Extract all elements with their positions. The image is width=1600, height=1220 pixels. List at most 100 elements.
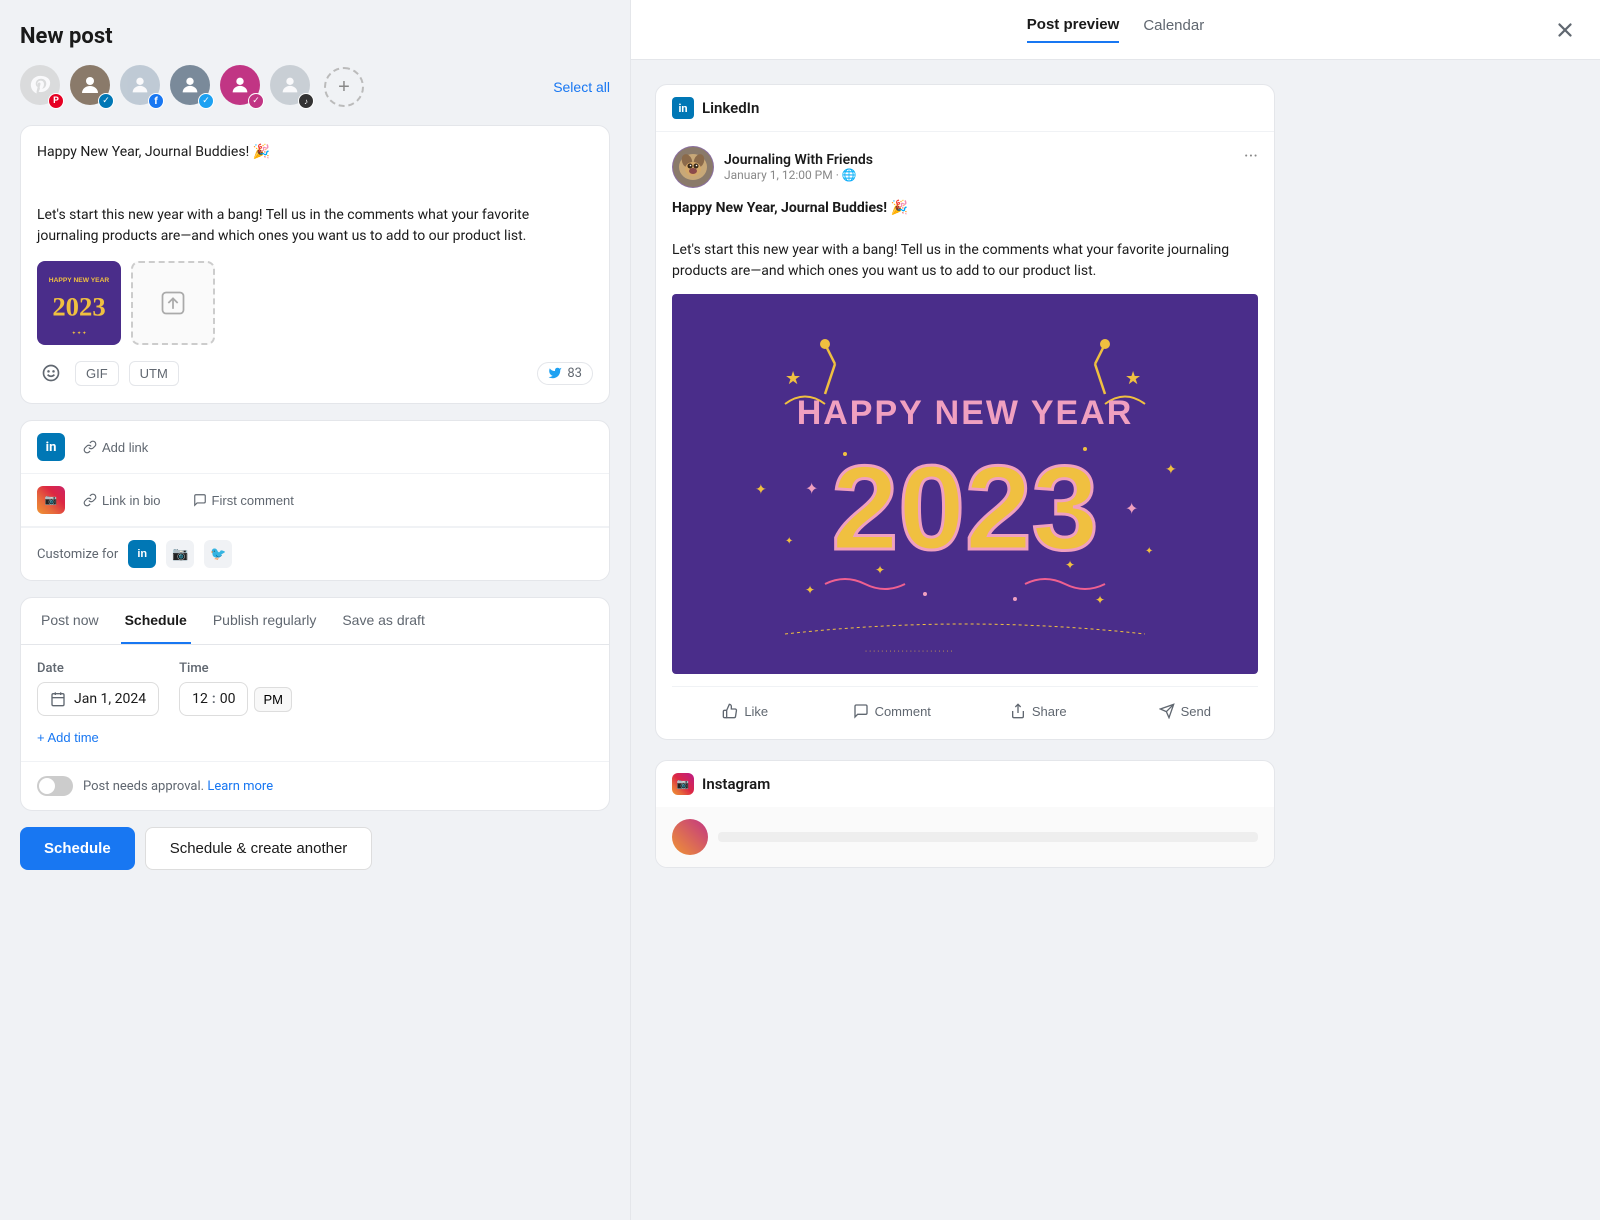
linkedin-preview-image: ★ ★ ✦ ✦ ✦ ✦ HAPPY NEW YEAR [672, 294, 1258, 674]
account-avatar-instagram[interactable]: ✓ [220, 65, 264, 109]
tab-publish-regularly[interactable]: Publish regularly [209, 598, 321, 644]
svg-text:✦: ✦ [755, 482, 767, 498]
date-input[interactable]: Jan 1, 2024 [37, 682, 159, 716]
instagram-platform-icon: 📷 [37, 486, 65, 514]
customize-instagram-btn[interactable]: 📷 [166, 540, 194, 568]
linkedin-like-button[interactable]: Like [672, 697, 819, 725]
linkedin-preview-section: in LinkedIn [655, 84, 1275, 740]
linkedin-author-info: Journaling With Friends January 1, 12:00… [672, 146, 873, 188]
svg-text:✦: ✦ [1125, 499, 1138, 518]
svg-text:2023: 2023 [52, 291, 105, 321]
ampm-button[interactable]: PM [254, 687, 292, 712]
schedule-create-another-button[interactable]: Schedule & create another [145, 827, 373, 870]
add-link-button[interactable]: Add link [75, 436, 156, 459]
time-input[interactable]: 12 : 00 [179, 682, 248, 716]
datetime-row: Date Jan 1, 2024 Time 12 : 00 PM [37, 661, 593, 716]
linkedin-post-header: Journaling With Friends January 1, 12:00… [672, 146, 1258, 188]
learn-more-link[interactable]: Learn more [207, 779, 273, 794]
svg-text:HAPPY NEW YEAR: HAPPY NEW YEAR [797, 394, 1134, 432]
page-title: New post [20, 24, 610, 49]
approval-row: Post needs approval. Learn more [21, 761, 609, 810]
svg-text:✦: ✦ [805, 583, 815, 597]
schedule-body: Date Jan 1, 2024 Time 12 : 00 PM [21, 645, 609, 761]
instagram-avatar [672, 819, 708, 855]
linkedin-section-header: in LinkedIn [656, 85, 1274, 132]
twitter-char-count: 83 [537, 362, 593, 385]
right-header: Post preview Calendar [631, 0, 1600, 60]
date-field-group: Date Jan 1, 2024 [37, 661, 159, 716]
instagram-logo: 📷 [672, 773, 694, 795]
time-label: Time [179, 661, 292, 676]
post-content-card: Happy New Year, Journal Buddies! 🎉 Let's… [20, 125, 610, 404]
linkedin-avatar [672, 146, 714, 188]
add-account-button[interactable]: + [324, 67, 364, 107]
first-comment-button[interactable]: First comment [185, 489, 302, 512]
preview-scroll: in LinkedIn [631, 60, 1600, 1220]
tab-calendar[interactable]: Calendar [1143, 16, 1204, 43]
svg-text:✦: ✦ [1065, 558, 1075, 572]
customize-linkedin-btn[interactable]: in [128, 540, 156, 568]
svg-text:✦: ✦ [875, 563, 885, 577]
account-row: P ✓ f ✓ ✓ [20, 65, 610, 109]
tab-save-as-draft[interactable]: Save as draft [338, 598, 429, 644]
instagram-link-row: 📷 Link in bio First comment [21, 474, 609, 527]
linkedin-share-button[interactable]: Share [965, 697, 1112, 725]
right-tabs: Post preview Calendar [1027, 16, 1204, 43]
svg-text:· · · · · · · · · · · · · · ·: · · · · · · · · · · · · · · · · · · · · … [865, 647, 953, 656]
account-avatar-tiktok[interactable]: ♪ [270, 65, 314, 109]
select-all-button[interactable]: Select all [553, 79, 610, 95]
linkedin-more-options[interactable]: ··· [1244, 146, 1258, 167]
svg-text:✦: ✦ [1095, 593, 1105, 607]
linkedin-platform-icon: in [37, 433, 65, 461]
approval-toggle[interactable] [37, 776, 73, 796]
svg-text:✦: ✦ [785, 536, 793, 547]
svg-text:2023: 2023 [832, 441, 1099, 575]
linkedin-link-row: in Add link [21, 421, 609, 474]
svg-text:HAPPY NEW YEAR: HAPPY NEW YEAR [49, 277, 110, 284]
svg-text:✦: ✦ [1145, 546, 1153, 557]
instagram-text-placeholder [718, 832, 1258, 842]
tab-schedule[interactable]: Schedule [121, 598, 191, 644]
linkedin-meta: January 1, 12:00 PM · 🌐 [724, 168, 873, 182]
schedule-card: Post now Schedule Publish regularly Save… [20, 597, 610, 811]
customize-twitter-btn[interactable]: 🐦 [204, 540, 232, 568]
right-panel: Post preview Calendar in LinkedIn [630, 0, 1600, 1220]
account-avatar-facebook[interactable]: f [120, 65, 164, 109]
svg-text:✦: ✦ [1165, 462, 1177, 478]
linkedin-actions: Like Comment Share Send [672, 686, 1258, 725]
instagram-post-preview-stub [656, 807, 1274, 867]
svg-text:★: ★ [1125, 368, 1141, 389]
link-in-bio-button[interactable]: Link in bio [75, 489, 169, 512]
media-thumbnail[interactable]: HAPPY NEW YEAR 2023 ✦ ✦ ✦ [37, 261, 121, 345]
utm-button[interactable]: UTM [129, 361, 179, 386]
links-card: in Add link 📷 Link in bio First comment … [20, 420, 610, 581]
close-button[interactable] [1554, 19, 1576, 41]
instagram-preview-section: 📷 Instagram [655, 760, 1275, 868]
svg-text:★: ★ [785, 368, 801, 389]
emoji-button[interactable] [37, 359, 65, 387]
add-media-button[interactable] [131, 261, 215, 345]
linkedin-logo: in [672, 97, 694, 119]
schedule-tab-row: Post now Schedule Publish regularly Save… [21, 598, 609, 645]
svg-text:✦ ✦ ✦: ✦ ✦ ✦ [72, 330, 87, 336]
media-row: HAPPY NEW YEAR 2023 ✦ ✦ ✦ [37, 261, 593, 345]
customize-label: Customize for [37, 547, 118, 562]
linkedin-author: Journaling With Friends [724, 152, 873, 168]
instagram-section-header: 📷 Instagram [656, 761, 1274, 807]
account-avatar-linkedin[interactable]: ✓ [70, 65, 114, 109]
approval-text: Post needs approval. Learn more [83, 779, 273, 794]
left-panel: New post P ✓ f ✓ [0, 0, 630, 1220]
add-time-button[interactable]: + Add time [37, 730, 99, 745]
tab-post-now[interactable]: Post now [37, 598, 103, 644]
linkedin-send-button[interactable]: Send [1112, 697, 1259, 725]
customize-row: Customize for in 📷 🐦 [21, 527, 609, 580]
schedule-button[interactable]: Schedule [20, 827, 135, 870]
gif-button[interactable]: GIF [75, 361, 119, 386]
account-avatar-twitter[interactable]: ✓ [170, 65, 214, 109]
date-label: Date [37, 661, 159, 676]
account-avatar-pinterest[interactable]: P [20, 65, 64, 109]
time-field-group: Time 12 : 00 PM [179, 661, 292, 716]
tab-post-preview[interactable]: Post preview [1027, 16, 1120, 43]
linkedin-comment-button[interactable]: Comment [819, 697, 966, 725]
post-toolbar: GIF UTM 83 [37, 359, 593, 387]
